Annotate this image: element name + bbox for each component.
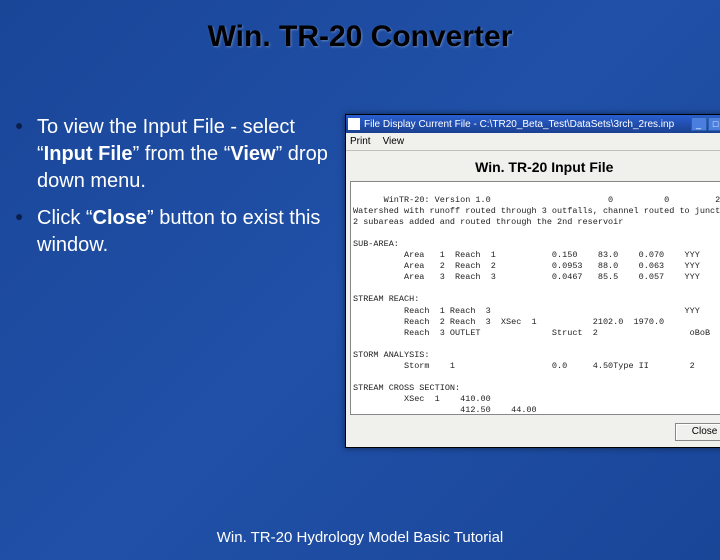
minimize-button[interactable]: _ [691,117,707,131]
text-viewer: WinTR-20: Version 1.0 0 0 2 Watershed wi… [350,181,720,415]
document-title: Win. TR-20 Input File [346,151,720,181]
close-button[interactable]: Close [675,423,720,441]
bullet-item: To view the Input File - select “Input F… [15,114,335,195]
titlebar: File Display Current File - C:\TR20_Beta… [346,115,720,133]
bullet-item: Click “Close” button to exist this windo… [15,205,335,259]
slide-title: Win. TR-20 Converter [0,20,720,54]
window-buttons: _ □ × [691,117,720,131]
window-title: File Display Current File - C:\TR20_Beta… [364,119,691,130]
text-content: WinTR-20: Version 1.0 0 0 2 Watershed wi… [353,195,720,415]
button-row: Close [346,419,720,447]
bullet-text: Input File [44,143,133,165]
content-row: To view the Input File - select “Input F… [0,114,720,448]
menu-print[interactable]: Print [350,136,371,147]
menubar: Print View [346,133,720,151]
bullet-list: To view the Input File - select “Input F… [15,114,335,269]
app-icon [348,118,360,130]
app-window: File Display Current File - C:\TR20_Beta… [345,114,720,448]
bullet-text: Click “ [37,207,93,229]
bullet-text: View [230,143,275,165]
bullet-text: Close [93,207,147,229]
menu-view[interactable]: View [383,136,405,147]
bullet-text: ” from the “ [133,143,231,165]
footer-text: Win. TR-20 Hydrology Model Basic Tutoria… [0,529,720,546]
maximize-button[interactable]: □ [708,117,720,131]
